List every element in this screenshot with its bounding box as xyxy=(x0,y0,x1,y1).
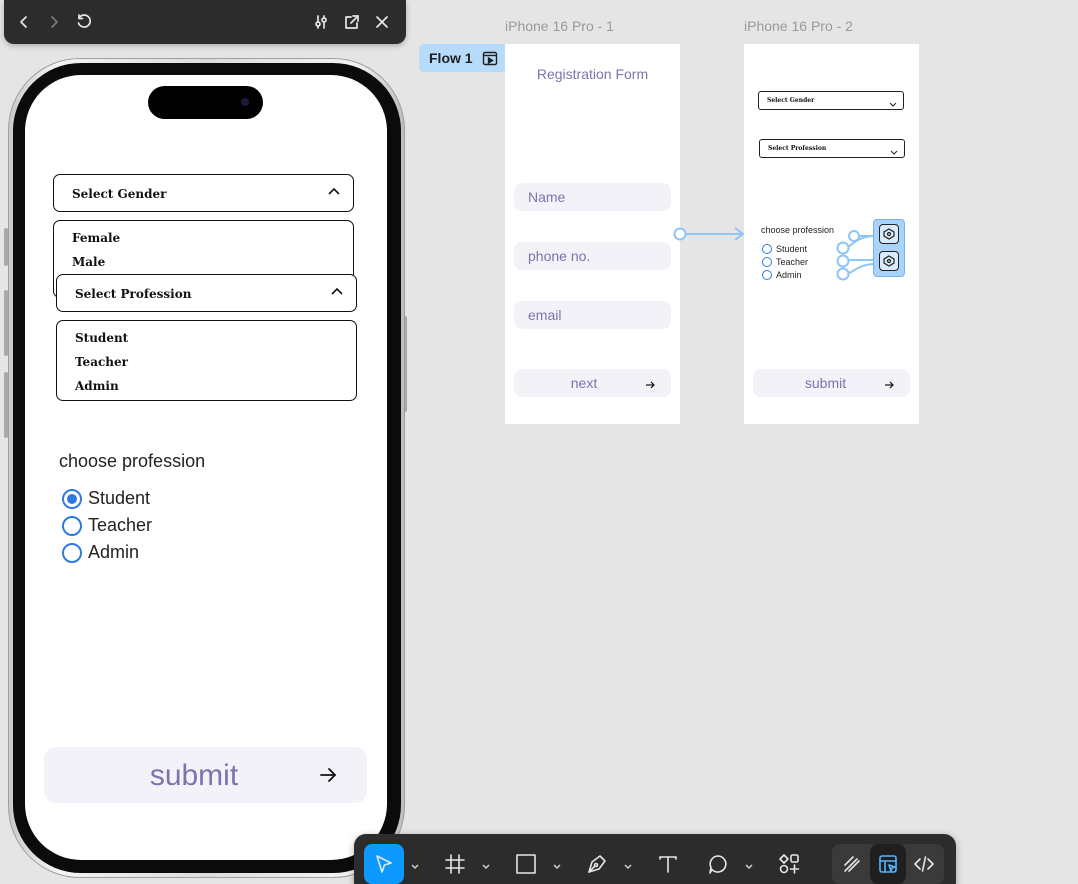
gender-option-male[interactable]: Male xyxy=(72,255,105,269)
name-field[interactable]: Name xyxy=(514,183,671,211)
radio-button[interactable] xyxy=(62,488,82,509)
dev-mode-icon[interactable] xyxy=(906,844,942,884)
form-heading: Registration Form xyxy=(536,66,649,82)
profession-option-admin[interactable]: Admin xyxy=(75,379,119,393)
mode-switcher xyxy=(832,844,944,884)
design-mode-icon[interactable] xyxy=(870,844,906,884)
flow-starting-point[interactable]: Flow 1 xyxy=(419,44,505,72)
radio-option-admin[interactable]: Admin xyxy=(62,539,152,566)
mini-profession-dropdown[interactable]: Select Profession xyxy=(759,139,905,158)
mini-radio-title: choose profession xyxy=(761,225,835,235)
chevron-left-icon[interactable] xyxy=(11,8,37,36)
bottom-toolbar xyxy=(354,834,956,884)
frame-title[interactable]: iPhone 16 Pro - 1 xyxy=(505,18,614,34)
gender-dropdown-label: Select Gender xyxy=(72,187,167,201)
chevron-up-icon xyxy=(330,285,344,299)
gender-dropdown[interactable]: Select Gender xyxy=(53,174,354,212)
radio-label: Admin xyxy=(88,542,140,562)
radio-group-title: choose profession xyxy=(59,451,206,471)
interaction-icon[interactable] xyxy=(879,224,899,244)
flow-label: Flow 1 xyxy=(429,50,473,66)
chevron-down-icon[interactable] xyxy=(623,858,633,870)
mini-gender-label: Select Gender xyxy=(767,97,815,104)
mini-radio-option[interactable]: Admin xyxy=(762,268,808,281)
next-button[interactable]: next xyxy=(514,369,671,397)
email-field[interactable]: email xyxy=(514,301,671,329)
arrow-right-icon xyxy=(319,767,337,783)
play-frame-icon[interactable] xyxy=(482,50,498,66)
radio-option-teacher[interactable]: Teacher xyxy=(62,512,152,539)
draw-mode-icon[interactable] xyxy=(834,844,870,884)
mini-radio-option[interactable]: Student xyxy=(762,242,808,255)
prototype-connection[interactable] xyxy=(672,224,748,244)
mini-profession-label: Select Profession xyxy=(768,145,827,152)
components-tool-icon[interactable] xyxy=(769,844,809,884)
chevron-down-icon xyxy=(889,95,897,107)
gender-option-female[interactable]: Female xyxy=(72,231,120,245)
text-tool-icon[interactable] xyxy=(648,844,688,884)
profession-option-teacher[interactable]: Teacher xyxy=(75,355,128,369)
radio-label: Student xyxy=(88,488,151,508)
radio-button[interactable] xyxy=(762,256,772,267)
radio-button[interactable] xyxy=(762,269,772,280)
close-icon[interactable] xyxy=(369,8,395,36)
submit-button[interactable]: submit xyxy=(44,747,367,803)
radio-option-student[interactable]: Student xyxy=(62,485,152,512)
comment-tool-icon[interactable] xyxy=(698,844,738,884)
profession-radio-group: Student Teacher Admin xyxy=(62,485,152,566)
sliders-icon[interactable] xyxy=(308,8,334,36)
next-button-label: next xyxy=(570,375,598,391)
chevron-right-icon[interactable] xyxy=(41,8,67,36)
pen-tool-icon[interactable] xyxy=(577,844,617,884)
radio-label: Teacher xyxy=(88,515,153,535)
profession-options-list: Student Teacher Admin xyxy=(56,320,357,401)
arrow-right-icon xyxy=(645,377,655,393)
frame-tool-icon[interactable] xyxy=(435,844,475,884)
submit-button-label: submit xyxy=(149,759,239,792)
move-tool-icon[interactable] xyxy=(364,844,404,884)
chevron-down-icon[interactable] xyxy=(410,858,420,870)
radio-label: Student xyxy=(776,243,808,254)
external-link-icon[interactable] xyxy=(339,8,365,36)
profession-dropdown[interactable]: Select Profession xyxy=(56,274,357,312)
profession-dropdown-label: Select Profession xyxy=(75,287,192,301)
radio-button[interactable] xyxy=(62,515,82,536)
chevron-up-icon xyxy=(327,185,341,199)
radio-label: Teacher xyxy=(776,256,809,267)
chevron-down-icon xyxy=(890,143,898,155)
frame-iphone-16-pro-1[interactable]: Registration Form Name phone no. email n… xyxy=(505,44,680,424)
interaction-block[interactable] xyxy=(873,219,905,277)
mini-submit-button[interactable]: submit xyxy=(753,369,910,397)
chevron-down-icon[interactable] xyxy=(481,858,491,870)
profession-option-student[interactable]: Student xyxy=(75,331,128,345)
mini-radio-option[interactable]: Teacher xyxy=(762,255,808,268)
mini-radio-group: Student Teacher Admin xyxy=(762,242,808,281)
restart-icon[interactable] xyxy=(71,8,97,36)
chevron-down-icon[interactable] xyxy=(552,858,562,870)
mini-gender-dropdown[interactable]: Select Gender xyxy=(758,91,904,110)
frame-title[interactable]: iPhone 16 Pro - 2 xyxy=(744,18,853,34)
phone-field[interactable]: phone no. xyxy=(514,242,671,270)
arrow-right-icon xyxy=(884,377,894,393)
radio-button[interactable] xyxy=(62,542,82,563)
camera-dot xyxy=(241,98,249,106)
radio-label: Admin xyxy=(776,269,802,280)
prototype-toolbar xyxy=(4,0,406,44)
rectangle-tool-icon[interactable] xyxy=(506,844,546,884)
mini-submit-label: submit xyxy=(804,375,847,391)
interaction-icon[interactable] xyxy=(879,251,899,271)
chevron-down-icon[interactable] xyxy=(744,858,754,870)
radio-button[interactable] xyxy=(762,243,772,254)
